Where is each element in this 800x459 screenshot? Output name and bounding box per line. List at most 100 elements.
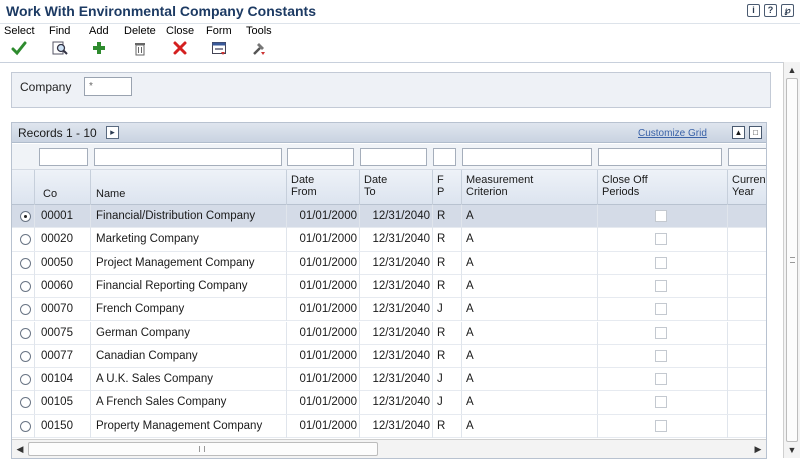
filter-date-from-input[interactable] <box>287 148 354 166</box>
form-icon <box>211 40 227 56</box>
table-row[interactable]: 00050 Project Management Company 01/01/200… <box>12 251 766 275</box>
close-off-checkbox[interactable] <box>655 256 667 269</box>
close-off-checkbox[interactable] <box>655 373 667 386</box>
filter-current-year-input[interactable] <box>728 148 766 166</box>
checkmark-icon <box>11 40 27 56</box>
filter-measurement-input[interactable] <box>462 148 592 166</box>
maximize-icon[interactable]: □ <box>749 126 762 139</box>
info-icon[interactable]: i <box>747 4 760 17</box>
find-button[interactable]: Find <box>49 25 70 56</box>
row-select-radio[interactable] <box>20 397 31 409</box>
col-date-from[interactable]: Date From <box>286 170 359 205</box>
cell-fp: R <box>432 344 461 368</box>
close-off-checkbox[interactable] <box>655 233 667 246</box>
close-icon <box>172 40 188 56</box>
scroll-up-icon[interactable]: ▲ <box>786 64 798 76</box>
close-off-checkbox[interactable] <box>655 279 667 292</box>
col-co[interactable]: Co <box>34 170 90 205</box>
close-off-checkbox[interactable] <box>655 326 667 339</box>
table-row[interactable]: 00150 Property Management Company 01/01/20… <box>12 414 766 438</box>
cell-current-year <box>727 344 766 368</box>
filter-fp-input[interactable] <box>433 148 456 166</box>
cell-fp: R <box>432 414 461 438</box>
export-icon[interactable]: ▲ <box>732 126 745 139</box>
filter-date-to-input[interactable] <box>360 148 427 166</box>
cell-current-year <box>727 321 766 345</box>
cell-co: 00104 <box>34 368 90 392</box>
customize-grid-link[interactable]: Customize Grid <box>638 128 707 139</box>
tools-label: Tools <box>246 25 272 37</box>
cell-date-from: 01/01/2000 <box>286 414 359 438</box>
cell-co: 00150 <box>34 414 90 438</box>
row-select-radio[interactable] <box>20 374 31 386</box>
cell-name: Financial/Distribution Company <box>90 205 286 228</box>
cell-fp: R <box>432 251 461 275</box>
row-select-radio[interactable] <box>20 257 31 269</box>
delete-button[interactable]: Delete <box>124 25 156 56</box>
vertical-scroll-thumb[interactable] <box>786 78 798 442</box>
cell-date-to: 12/31/2040 <box>359 205 432 228</box>
close-off-checkbox[interactable] <box>655 303 667 316</box>
table-row[interactable]: 00020 Marketing Company 01/01/2000 12/31/20… <box>12 228 766 252</box>
col-date-to[interactable]: Date To <box>359 170 432 205</box>
row-select-radio[interactable] <box>20 211 31 222</box>
filter-name-input[interactable] <box>94 148 282 166</box>
records-grid: Records 1 - 10 ▸ Customize Grid ▲ □ Co N… <box>11 122 767 459</box>
filter-close-off-input[interactable] <box>598 148 722 166</box>
close-off-checkbox[interactable] <box>655 349 667 362</box>
table-row[interactable]: 00060 Financial Reporting Company 01/01/20… <box>12 274 766 299</box>
grid-header: Records 1 - 10 ▸ Customize Grid ▲ □ <box>12 123 766 143</box>
horizontal-scroll-thumb[interactable] <box>28 442 378 456</box>
horizontal-scrollbar[interactable]: ◀ ▶ <box>12 439 766 458</box>
table-row[interactable]: 00075 German Company 01/01/2000 12/31/2040 R… <box>12 321 766 345</box>
col-name[interactable]: Name <box>90 170 286 205</box>
find-icon <box>52 40 68 56</box>
company-input[interactable]: * <box>84 77 132 96</box>
filter-row <box>12 144 766 170</box>
select-button[interactable]: Select <box>4 25 35 56</box>
cell-fp: J <box>432 368 461 392</box>
row-select-radio[interactable] <box>20 327 31 339</box>
help-icon[interactable]: ? <box>764 4 777 17</box>
table-row[interactable]: 00104 A U.K. Sales Company 01/01/2000 12/31… <box>12 368 766 392</box>
add-button[interactable]: Add <box>89 25 109 56</box>
cell-current-year <box>727 274 766 298</box>
table-row[interactable]: 00070 French Company 01/01/2000 12/31/2040 J… <box>12 298 766 322</box>
scroll-right-icon[interactable]: ▶ <box>752 443 764 455</box>
table-row[interactable]: 00105 A French Sales Company 01/01/2000 12/… <box>12 391 766 415</box>
col-fp[interactable]: F P <box>432 170 461 205</box>
row-select-radio[interactable] <box>20 420 31 432</box>
scroll-down-icon[interactable]: ▼ <box>786 444 798 456</box>
close-button[interactable]: Close <box>166 25 194 56</box>
next-page-icon[interactable]: ▸ <box>106 126 119 139</box>
col-close-off[interactable]: Close Off Periods <box>597 170 727 205</box>
form-menu-button[interactable]: Form <box>206 25 232 56</box>
add-label: Add <box>89 25 109 37</box>
row-select-radio[interactable] <box>20 304 31 316</box>
cell-current-year <box>727 251 766 275</box>
close-off-checkbox[interactable] <box>655 396 667 409</box>
cell-co: 00105 <box>34 391 90 415</box>
row-select-radio[interactable] <box>20 350 31 362</box>
row-select-radio[interactable] <box>20 234 31 246</box>
col-measurement[interactable]: Measurement Criterion <box>461 170 597 205</box>
grid-rows: 00001 Financial/Distribution Company 01/01… <box>12 205 766 439</box>
cell-date-to: 12/31/2040 <box>359 391 432 415</box>
scroll-left-icon[interactable]: ◀ <box>14 443 26 455</box>
tools-menu-button[interactable]: Tools <box>246 25 272 56</box>
title-bar: Work With Environmental Company Constant… <box>0 0 800 24</box>
close-off-checkbox[interactable] <box>655 210 667 222</box>
cell-co: 00060 <box>34 274 90 298</box>
vertical-scrollbar[interactable]: ▲ ▼ <box>783 62 800 458</box>
cell-date-to: 12/31/2040 <box>359 274 432 298</box>
about-icon[interactable]: ℘ <box>781 4 794 17</box>
row-select-radio[interactable] <box>20 280 31 292</box>
table-row[interactable]: 00077 Canadian Company 01/01/2000 12/31/204… <box>12 344 766 369</box>
table-row[interactable]: 00001 Financial/Distribution Company 01/01… <box>12 205 766 229</box>
col-current-year[interactable]: Curren Year <box>727 170 766 205</box>
close-off-checkbox[interactable] <box>655 419 667 432</box>
cell-close-off <box>597 368 727 392</box>
cell-date-from: 01/01/2000 <box>286 368 359 392</box>
filter-co-input[interactable] <box>39 148 88 166</box>
toolbar: Select Find Add Delete Close Form Tools <box>0 25 780 61</box>
